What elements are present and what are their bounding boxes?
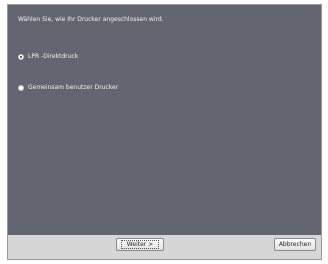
- next-button[interactable]: Weiter >: [116, 238, 164, 251]
- radio-shared-printer[interactable]: [18, 84, 24, 91]
- option-shared-label: Gemeinsam benutzer Drucker: [28, 84, 119, 91]
- content-panel: Wählen Sie, wie Ihr Drucker angeschlosse…: [8, 5, 321, 235]
- connection-prompt: Wählen Sie, wie Ihr Drucker angeschlosse…: [18, 16, 164, 23]
- option-shared-printer[interactable]: Gemeinsam benutzer Drucker: [18, 84, 118, 91]
- option-lpr-direct-print[interactable]: LPR -Direktdruck: [18, 53, 78, 60]
- next-button-label: Weiter >: [120, 240, 160, 249]
- cancel-button-label: Abbrechen: [278, 241, 312, 248]
- radio-lpr-direct-print[interactable]: [18, 53, 24, 60]
- option-lpr-label: LPR -Direktdruck: [28, 53, 79, 60]
- cancel-button[interactable]: Abbrechen: [274, 238, 316, 251]
- printer-connection-dialog: Wählen Sie, wie Ihr Drucker angeschlosse…: [7, 4, 322, 260]
